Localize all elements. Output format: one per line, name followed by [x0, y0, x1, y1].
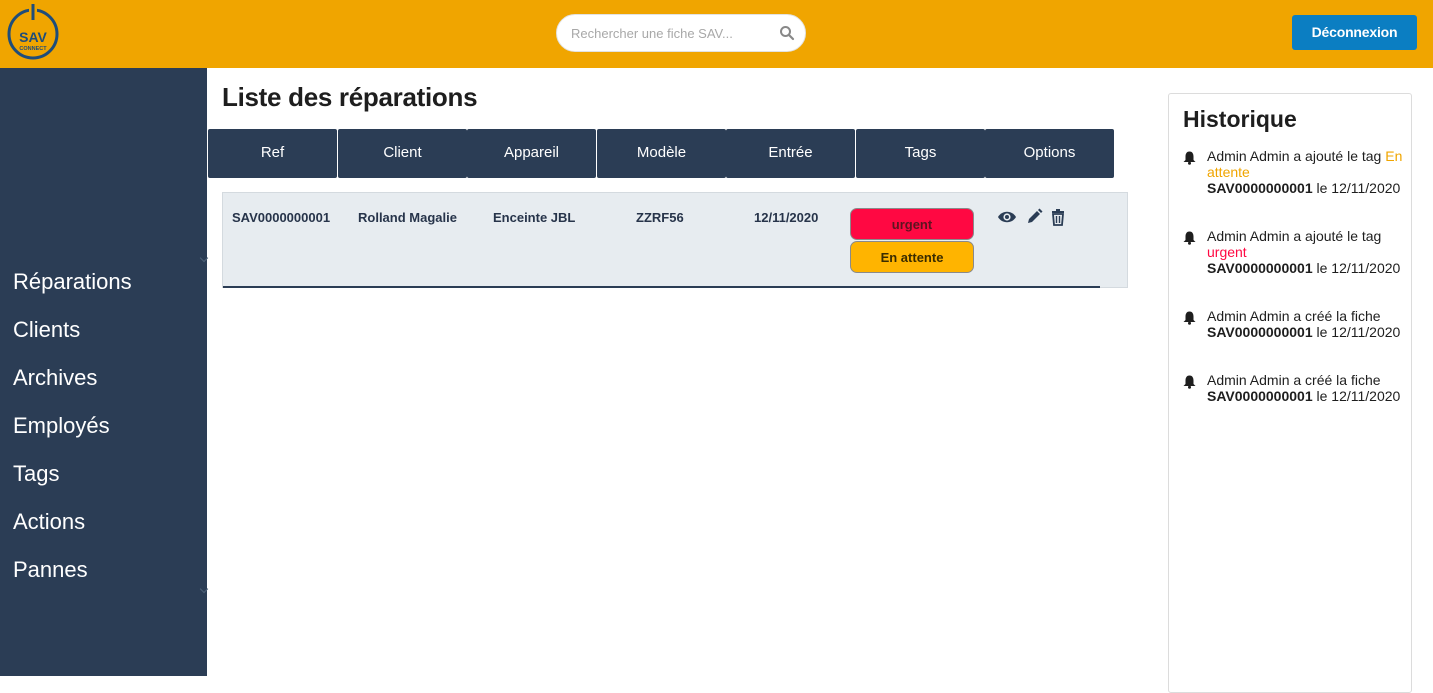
sidebar-item-actions[interactable]: Actions: [13, 509, 85, 535]
cell-device: Enceinte JBL: [493, 210, 576, 225]
column-header-options[interactable]: Options: [985, 129, 1114, 178]
eye-icon[interactable]: [997, 208, 1017, 226]
trash-icon[interactable]: [1049, 208, 1067, 226]
history-ref: SAV0000000001: [1207, 260, 1313, 276]
sidebar-notch-bottom: [199, 584, 209, 594]
sidebar: Réparations Clients Archives Employés Ta…: [0, 68, 209, 676]
cell-client: Rolland Magalie: [358, 210, 457, 225]
sidebar-notch-top: [199, 253, 209, 263]
search-input[interactable]: [571, 15, 771, 51]
sav-connect-logo[interactable]: SAV CONNECT: [6, 2, 60, 62]
sidebar-item-archives[interactable]: Archives: [13, 365, 97, 391]
column-header-entree[interactable]: Entrée: [726, 129, 855, 178]
sidebar-item-clients[interactable]: Clients: [13, 317, 80, 343]
sidebar-item-employes[interactable]: Employés: [13, 413, 110, 439]
sidebar-item-reparations[interactable]: Réparations: [13, 269, 132, 295]
column-header-modele[interactable]: Modèle: [597, 129, 726, 178]
bell-icon: [1183, 151, 1196, 165]
table-row[interactable]: SAV0000000001 Rolland Magalie Enceinte J…: [222, 192, 1128, 288]
cell-ref: SAV0000000001: [232, 210, 331, 225]
history-tag-urgent: urgent: [1207, 244, 1247, 260]
bell-icon: [1183, 375, 1196, 389]
history-panel: Historique Admin Admin a ajouté le tag E…: [1168, 93, 1412, 693]
history-ref: SAV0000000001: [1207, 388, 1313, 404]
logo-text-bottom: CONNECT: [19, 46, 47, 52]
column-header-tags[interactable]: Tags: [856, 129, 985, 178]
cell-model: ZZRF56: [636, 210, 684, 225]
sidebar-item-pannes[interactable]: Pannes: [13, 557, 88, 583]
column-header-ref[interactable]: Ref: [208, 129, 337, 178]
tag-badge-urgent[interactable]: urgent: [850, 208, 974, 240]
logout-button[interactable]: Déconnexion: [1292, 15, 1417, 50]
column-header-client[interactable]: Client: [338, 129, 467, 178]
bell-icon: [1183, 231, 1196, 245]
history-title: Historique: [1183, 106, 1297, 132]
cell-entry: 12/11/2020: [754, 210, 819, 225]
history-entry-text: Admin Admin a ajouté le tag En attente SA…: [1207, 148, 1403, 196]
history-entry-text: Admin Admin a créé la fiche SAV000000000…: [1207, 308, 1401, 340]
history-entry-text: Admin Admin a créé la fiche SAV000000000…: [1207, 372, 1401, 404]
page-title: Liste des réparations: [222, 82, 478, 112]
history-ref: SAV0000000001: [1207, 324, 1313, 340]
search-box: [556, 14, 806, 52]
history-ref: SAV0000000001: [1207, 180, 1313, 196]
tag-badge-en-attente[interactable]: En attente: [850, 241, 974, 273]
column-header-appareil[interactable]: Appareil: [467, 129, 596, 178]
search-icon[interactable]: [779, 25, 795, 41]
history-entry-text: Admin Admin a ajouté le tag urgent SAV000…: [1207, 228, 1401, 276]
logo-text-top: SAV: [19, 29, 47, 45]
row-divider: [223, 286, 1100, 288]
bell-icon: [1183, 311, 1196, 325]
pencil-icon[interactable]: [1025, 208, 1043, 226]
top-bar: SAV CONNECT Déconnexion: [0, 0, 1433, 68]
sidebar-item-tags[interactable]: Tags: [13, 461, 59, 487]
